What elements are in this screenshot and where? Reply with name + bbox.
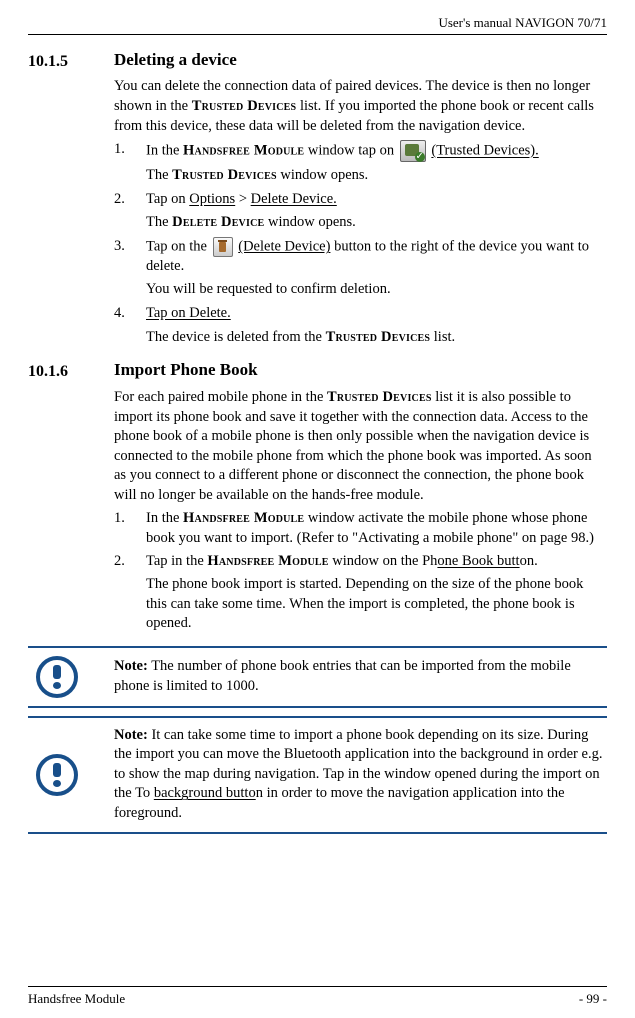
footer-left: Handsfree Module xyxy=(28,990,125,1008)
note-1: Note: The number of phone book entries t… xyxy=(28,646,607,708)
intro-paragraph-2: For each paired mobile phone in the Trus… xyxy=(114,388,607,505)
phone-book-button-link[interactable]: one Book butt xyxy=(437,553,519,569)
section-number: 10.1.5 xyxy=(28,49,114,352)
trusted-devices-label: Trusted Devices xyxy=(192,98,297,114)
footer-page-number: - 99 - xyxy=(579,990,607,1008)
note-2: Note: It can take some time to import a … xyxy=(28,716,607,834)
trusted-devices-icon[interactable] xyxy=(400,140,426,162)
section-10-1-6: 10.1.6 Import Phone Book For each paired… xyxy=(28,359,607,638)
options-link[interactable]: Options xyxy=(189,191,235,207)
step-3: 3. Tap on the (Delete Device) button to … xyxy=(114,237,607,277)
content: 10.1.5 Deleting a device You can delete … xyxy=(28,35,607,987)
delete-device-link[interactable]: Delete Device. xyxy=(251,191,337,207)
header-title: User's manual NAVIGON 70/71 xyxy=(438,15,607,30)
footer: Handsfree Module - 99 - xyxy=(28,986,607,1008)
section-10-1-5: 10.1.5 Deleting a device You can delete … xyxy=(28,49,607,352)
section-number: 10.1.6 xyxy=(28,359,114,638)
section-title: Import Phone Book xyxy=(114,359,607,382)
step-2-result: The Delete Device window opens. xyxy=(146,213,607,233)
step-2: 2. Tap on Options > Delete Device. xyxy=(114,190,607,210)
step-1: 1. In the Handsfree Module window tap on… xyxy=(114,140,607,162)
background-button-link[interactable]: background butto xyxy=(154,785,256,801)
step-3-result: You will be requested to confirm deletio… xyxy=(146,280,607,300)
note-icon xyxy=(36,754,78,796)
section-title: Deleting a device xyxy=(114,49,607,72)
trusted-devices-link[interactable]: (Trusted Devices). xyxy=(431,143,538,159)
delete-icon[interactable] xyxy=(213,237,233,257)
step-1b: 1. In the Handsfree Module window activa… xyxy=(114,509,607,548)
note-2-text: Note: It can take some time to import a … xyxy=(114,726,607,824)
intro-paragraph: You can delete the connection data of pa… xyxy=(114,77,607,136)
note-1-text: Note: The number of phone book entries t… xyxy=(114,657,607,696)
step-1-result: The Trusted Devices window opens. xyxy=(146,166,607,186)
note-icon xyxy=(36,656,78,698)
delete-device-button-link[interactable]: (Delete Device) xyxy=(238,238,330,254)
step-4-result: The device is deleted from the Trusted D… xyxy=(146,328,607,348)
tap-delete-link[interactable]: Tap on Delete. xyxy=(146,305,231,321)
step-4: 4. Tap on Delete. xyxy=(114,304,607,324)
step-2b: 2. Tap in the Handsfree Module window on… xyxy=(114,552,607,572)
step-2b-result: The phone book import is started. Depend… xyxy=(146,575,607,634)
header: User's manual NAVIGON 70/71 xyxy=(28,14,607,35)
